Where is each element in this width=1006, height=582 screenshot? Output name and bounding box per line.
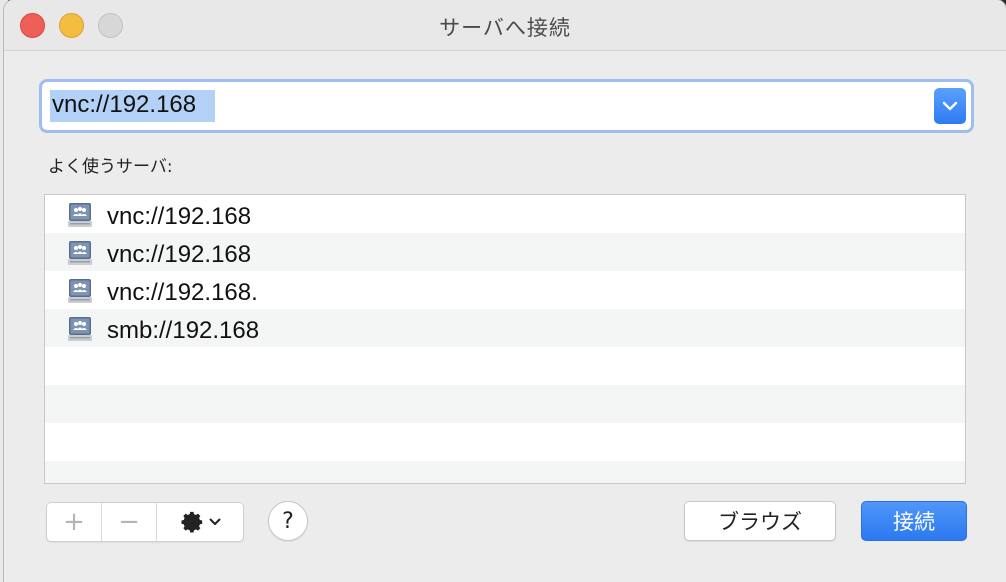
connect-to-server-window: サーバへ接続 vnc://192.168 よく使うサーバ: vnc://192.…	[4, 0, 1006, 582]
server-icon	[68, 203, 92, 227]
help-button[interactable]: ?	[268, 501, 308, 541]
server-address-label: vnc://192.168.	[107, 279, 258, 306]
recent-servers-dropdown-button[interactable]	[934, 88, 966, 124]
title-bar[interactable]: サーバへ接続	[4, 0, 1006, 51]
list-item[interactable]: vnc://192.168.	[45, 271, 965, 309]
server-icon	[68, 317, 92, 341]
chevron-down-icon	[942, 101, 958, 111]
remove-server-button[interactable]: −	[102, 503, 157, 541]
server-address-combo[interactable]: vnc://192.168	[42, 82, 971, 130]
chevron-down-icon	[209, 518, 221, 525]
list-item[interactable]: vnc://192.168	[45, 195, 965, 233]
list-actions-segmented-control: + −	[46, 502, 244, 542]
connect-button[interactable]: 接続	[861, 501, 967, 541]
empty-row	[45, 347, 965, 385]
add-server-button[interactable]: +	[47, 503, 102, 541]
favorite-servers-list[interactable]: vnc://192.168 vnc://192.168 vnc://192.16…	[44, 194, 966, 484]
gear-icon	[181, 511, 203, 533]
empty-row	[45, 461, 965, 483]
browse-button[interactable]: ブラウズ	[684, 501, 836, 541]
list-item[interactable]: smb://192.168	[45, 309, 965, 347]
server-address-label: vnc://192.168	[107, 203, 252, 230]
favorite-servers-label: よく使うサーバ:	[48, 157, 173, 177]
server-address-label: vnc://192.168	[107, 241, 252, 268]
list-item[interactable]: vnc://192.168	[45, 233, 965, 271]
server-icon	[68, 279, 92, 303]
empty-row	[45, 385, 965, 423]
server-icon	[68, 241, 92, 265]
empty-row	[45, 423, 965, 461]
window-title: サーバへ接続	[439, 16, 571, 40]
server-address-input[interactable]: vnc://192.168	[52, 91, 196, 119]
server-address-label: smb://192.168	[107, 317, 260, 344]
action-menu-button[interactable]	[157, 503, 243, 541]
